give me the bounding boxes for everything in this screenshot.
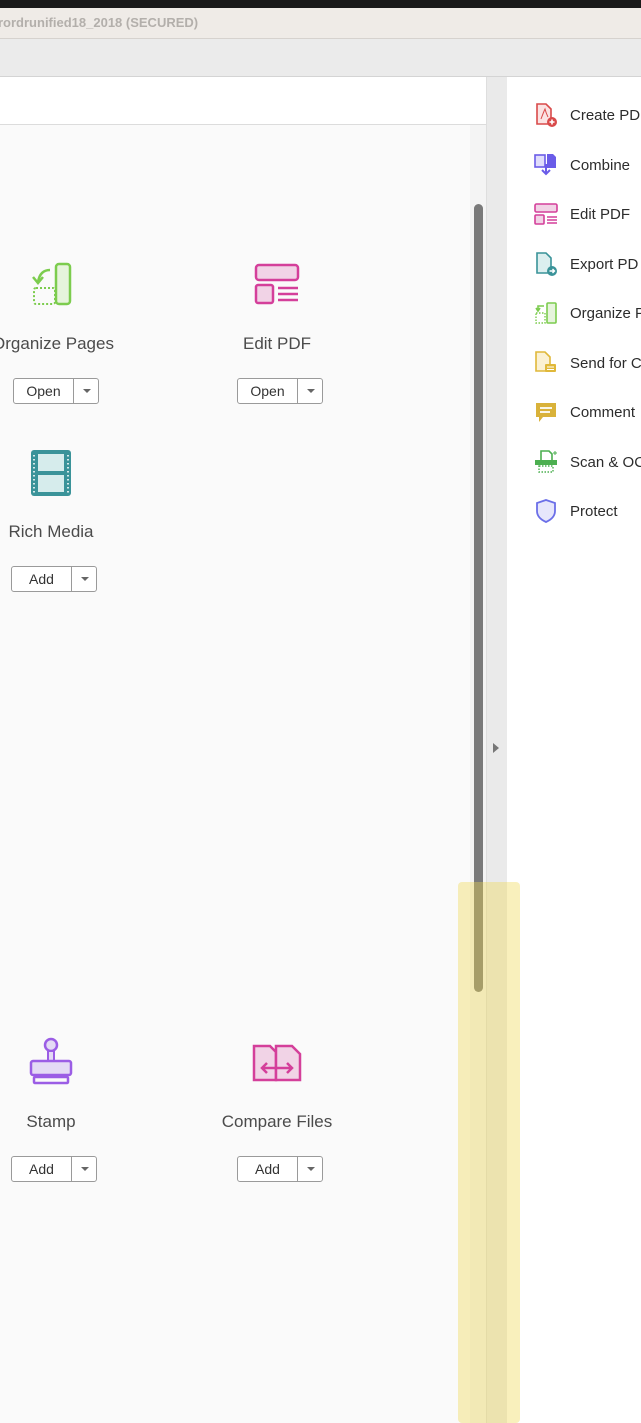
add-button[interactable]: Add (12, 567, 72, 591)
combine-files-icon (534, 154, 556, 176)
right-item-label: Scan & OC (570, 453, 641, 471)
right-item-send-for-comments[interactable]: Send for C (533, 350, 641, 376)
right-item-label: Comment (570, 403, 636, 421)
tool-label: Stamp (26, 1112, 76, 1131)
edit-pdf-icon (254, 263, 300, 305)
right-item-combine[interactable]: Combine (533, 152, 630, 178)
right-item-create-pdf[interactable]: Create PD (533, 102, 640, 128)
right-item-label: Protect (570, 502, 618, 520)
tools-pane: Organize Pages Open Edit PDF Open Rich M… (0, 77, 486, 1423)
edit-pdf-icon (534, 203, 558, 225)
add-split-button[interactable]: Add (237, 1156, 323, 1182)
chevron-down-icon[interactable] (72, 1157, 96, 1181)
open-button[interactable]: Open (14, 379, 74, 403)
right-item-comment[interactable]: Comment (533, 399, 635, 425)
right-tools-panel: Create PD Combine Edit PDF Export PD Org… (507, 77, 641, 1423)
right-item-label: Create PD (570, 106, 641, 124)
open-button[interactable]: Open (238, 379, 298, 403)
menu-bar (0, 0, 641, 8)
add-split-button[interactable]: Add (11, 1156, 97, 1182)
add-button[interactable]: Add (12, 1157, 72, 1181)
chevron-right-icon[interactable] (493, 743, 499, 753)
comment-icon (536, 403, 556, 422)
stamp-icon (29, 1037, 73, 1085)
right-item-label: Edit PDF (570, 205, 631, 223)
highlight-overlay (458, 882, 520, 1423)
protect-shield-icon (536, 499, 556, 523)
add-split-button[interactable]: Add (11, 566, 97, 592)
right-item-label: Combine (570, 156, 631, 174)
tool-label: Edit PDF (242, 334, 312, 353)
right-item-protect[interactable]: Protect (533, 498, 618, 524)
send-for-comments-icon (535, 351, 556, 372)
tool-card-rich-media: Rich Media Add (0, 446, 161, 592)
tool-card-stamp: Stamp Add (0, 1036, 161, 1182)
chevron-down-icon[interactable] (72, 567, 96, 591)
right-item-scan-ocr[interactable]: Scan & OC (533, 449, 641, 475)
tool-label: Compare Files (221, 1112, 333, 1131)
add-button[interactable]: Add (238, 1157, 298, 1181)
create-pdf-icon (536, 103, 557, 127)
rich-media-film-icon (31, 450, 71, 496)
open-split-button[interactable]: Open (13, 378, 99, 404)
title-bar: rordrunified18_2018 (SECURED) (0, 8, 641, 39)
window-title: rordrunified18_2018 (SECURED) (0, 15, 199, 30)
right-item-organize-pages[interactable]: Organize P (533, 300, 641, 326)
toolbar (0, 39, 641, 77)
tool-label: Rich Media (8, 522, 94, 541)
organize-pages-icon (32, 262, 72, 306)
tools-header (0, 77, 486, 125)
tool-card-organize-pages: Organize Pages Open (0, 258, 163, 404)
export-pdf-icon (536, 252, 557, 276)
organize-pages-icon (535, 302, 557, 324)
chevron-down-icon[interactable] (298, 379, 322, 403)
scan-ocr-icon (535, 450, 557, 473)
right-item-edit-pdf[interactable]: Edit PDF (533, 201, 630, 227)
compare-files-icon (252, 1044, 302, 1082)
right-item-label: Organize P (570, 304, 641, 322)
tool-card-edit-pdf: Edit PDF Open (167, 258, 387, 404)
right-item-export-pdf[interactable]: Export PD (533, 251, 638, 277)
chevron-down-icon[interactable] (74, 379, 98, 403)
tool-label: Organize Pages (0, 334, 114, 353)
scrollbar-thumb[interactable] (474, 204, 483, 992)
chevron-down-icon[interactable] (298, 1157, 322, 1181)
right-item-label: Export PD (570, 255, 639, 273)
tool-card-compare-files: Compare Files Add (167, 1036, 387, 1182)
right-item-label: Send for C (570, 354, 641, 372)
open-split-button[interactable]: Open (237, 378, 323, 404)
